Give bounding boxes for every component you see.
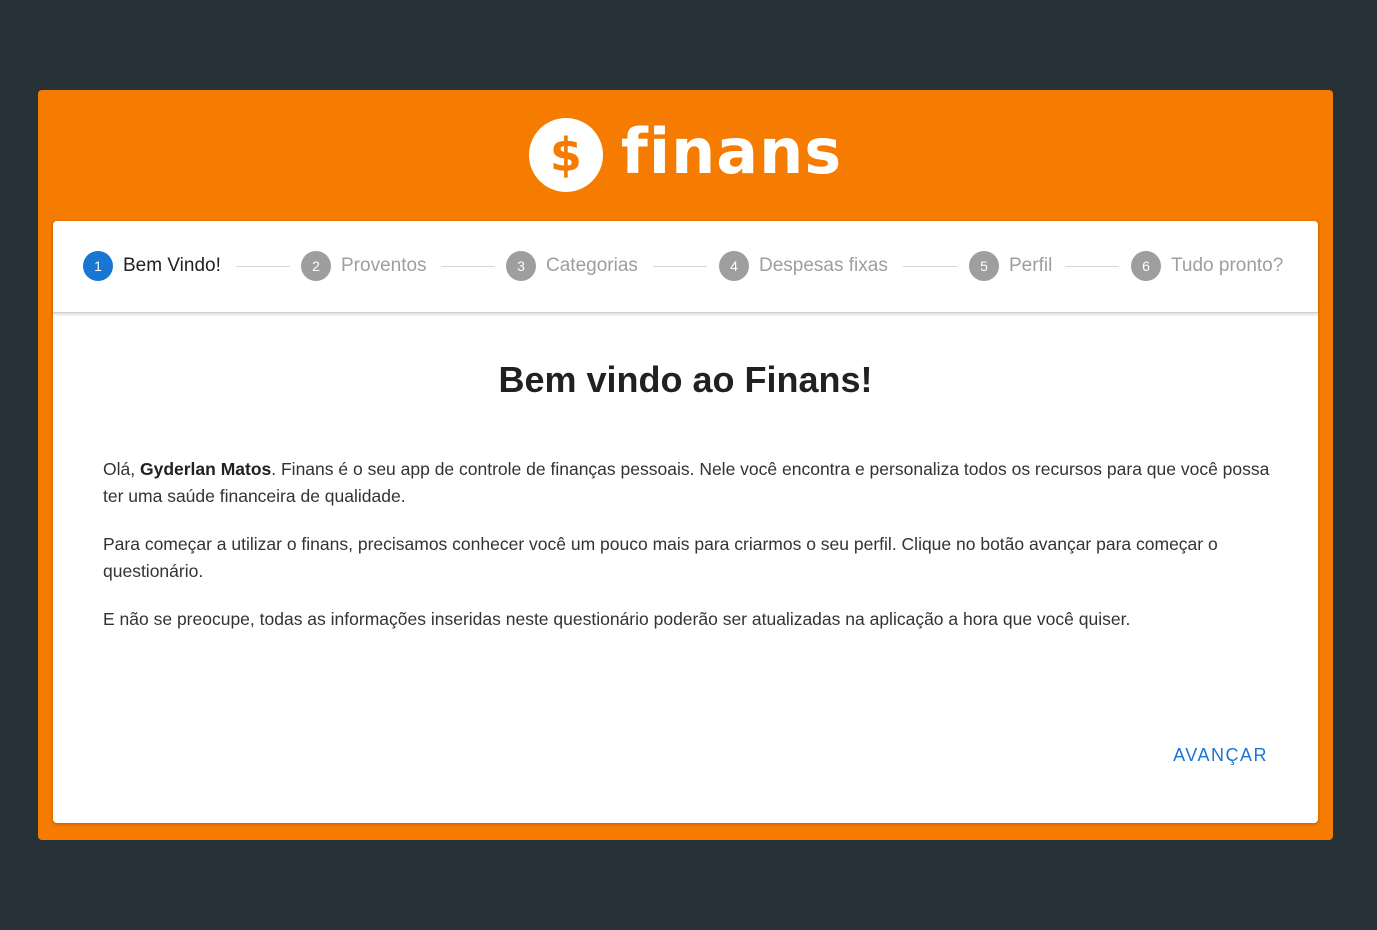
reassurance-paragraph: E não se preocupe, todas as informações … — [103, 609, 1131, 629]
step-label: Perfil — [1009, 255, 1053, 276]
step-bem-vindo[interactable]: 1 Bem Vindo! — [83, 251, 221, 281]
step-number: 5 — [969, 251, 999, 281]
greeting-text: Olá, — [103, 459, 140, 479]
finans-logo: $ finans — [38, 118, 1333, 192]
step-label: Proventos — [341, 255, 427, 276]
step-number: 6 — [1131, 251, 1161, 281]
intro-text: . Finans é o seu app de controle de fina… — [103, 459, 1270, 506]
step-label: Tudo pronto? — [1171, 255, 1284, 276]
step-connector — [236, 266, 290, 267]
instructions-paragraph: Para começar a utilizar o finans, precis… — [103, 534, 1218, 581]
step-perfil[interactable]: 5 Perfil — [969, 251, 1052, 281]
step-label: Categorias — [546, 255, 638, 276]
step-number: 2 — [301, 251, 331, 281]
step-tudo-pronto[interactable]: 6 Tudo pronto? — [1131, 251, 1283, 281]
step-number: 4 — [719, 251, 749, 281]
step-categorias[interactable]: 3 Categorias — [506, 251, 638, 281]
onboarding-panel: $ finans 1 Bem Vindo! 2 Proventos 3 Cate… — [38, 90, 1333, 840]
next-button[interactable]: AVANÇAR — [1171, 741, 1270, 770]
dollar-symbol: $ — [549, 128, 582, 182]
page-title: Bem vindo ao Finans! — [498, 359, 873, 400]
dollar-icon: $ — [528, 118, 603, 192]
step-connector — [903, 266, 957, 267]
stepper: 1 Bem Vindo! 2 Proventos 3 Categorias 4 … — [53, 221, 1318, 313]
step-label: Despesas fixas — [759, 255, 888, 276]
wizard-card: 1 Bem Vindo! 2 Proventos 3 Categorias 4 … — [53, 221, 1318, 823]
step-despesas-fixas[interactable]: 4 Despesas fixas — [719, 251, 888, 281]
step-connector — [441, 266, 495, 267]
step-number: 1 — [83, 251, 113, 281]
step-number: 3 — [506, 251, 536, 281]
step-proventos[interactable]: 2 Proventos — [301, 251, 427, 281]
welcome-paragraph: Olá, Gyderlan Matos. Finans é o seu app … — [103, 456, 1278, 510]
step-label: Bem Vindo! — [123, 255, 221, 276]
step-connector — [1065, 266, 1119, 267]
logo-text: finans — [620, 115, 843, 188]
user-name: Gyderlan Matos — [139, 459, 272, 479]
step-connector — [653, 266, 707, 267]
